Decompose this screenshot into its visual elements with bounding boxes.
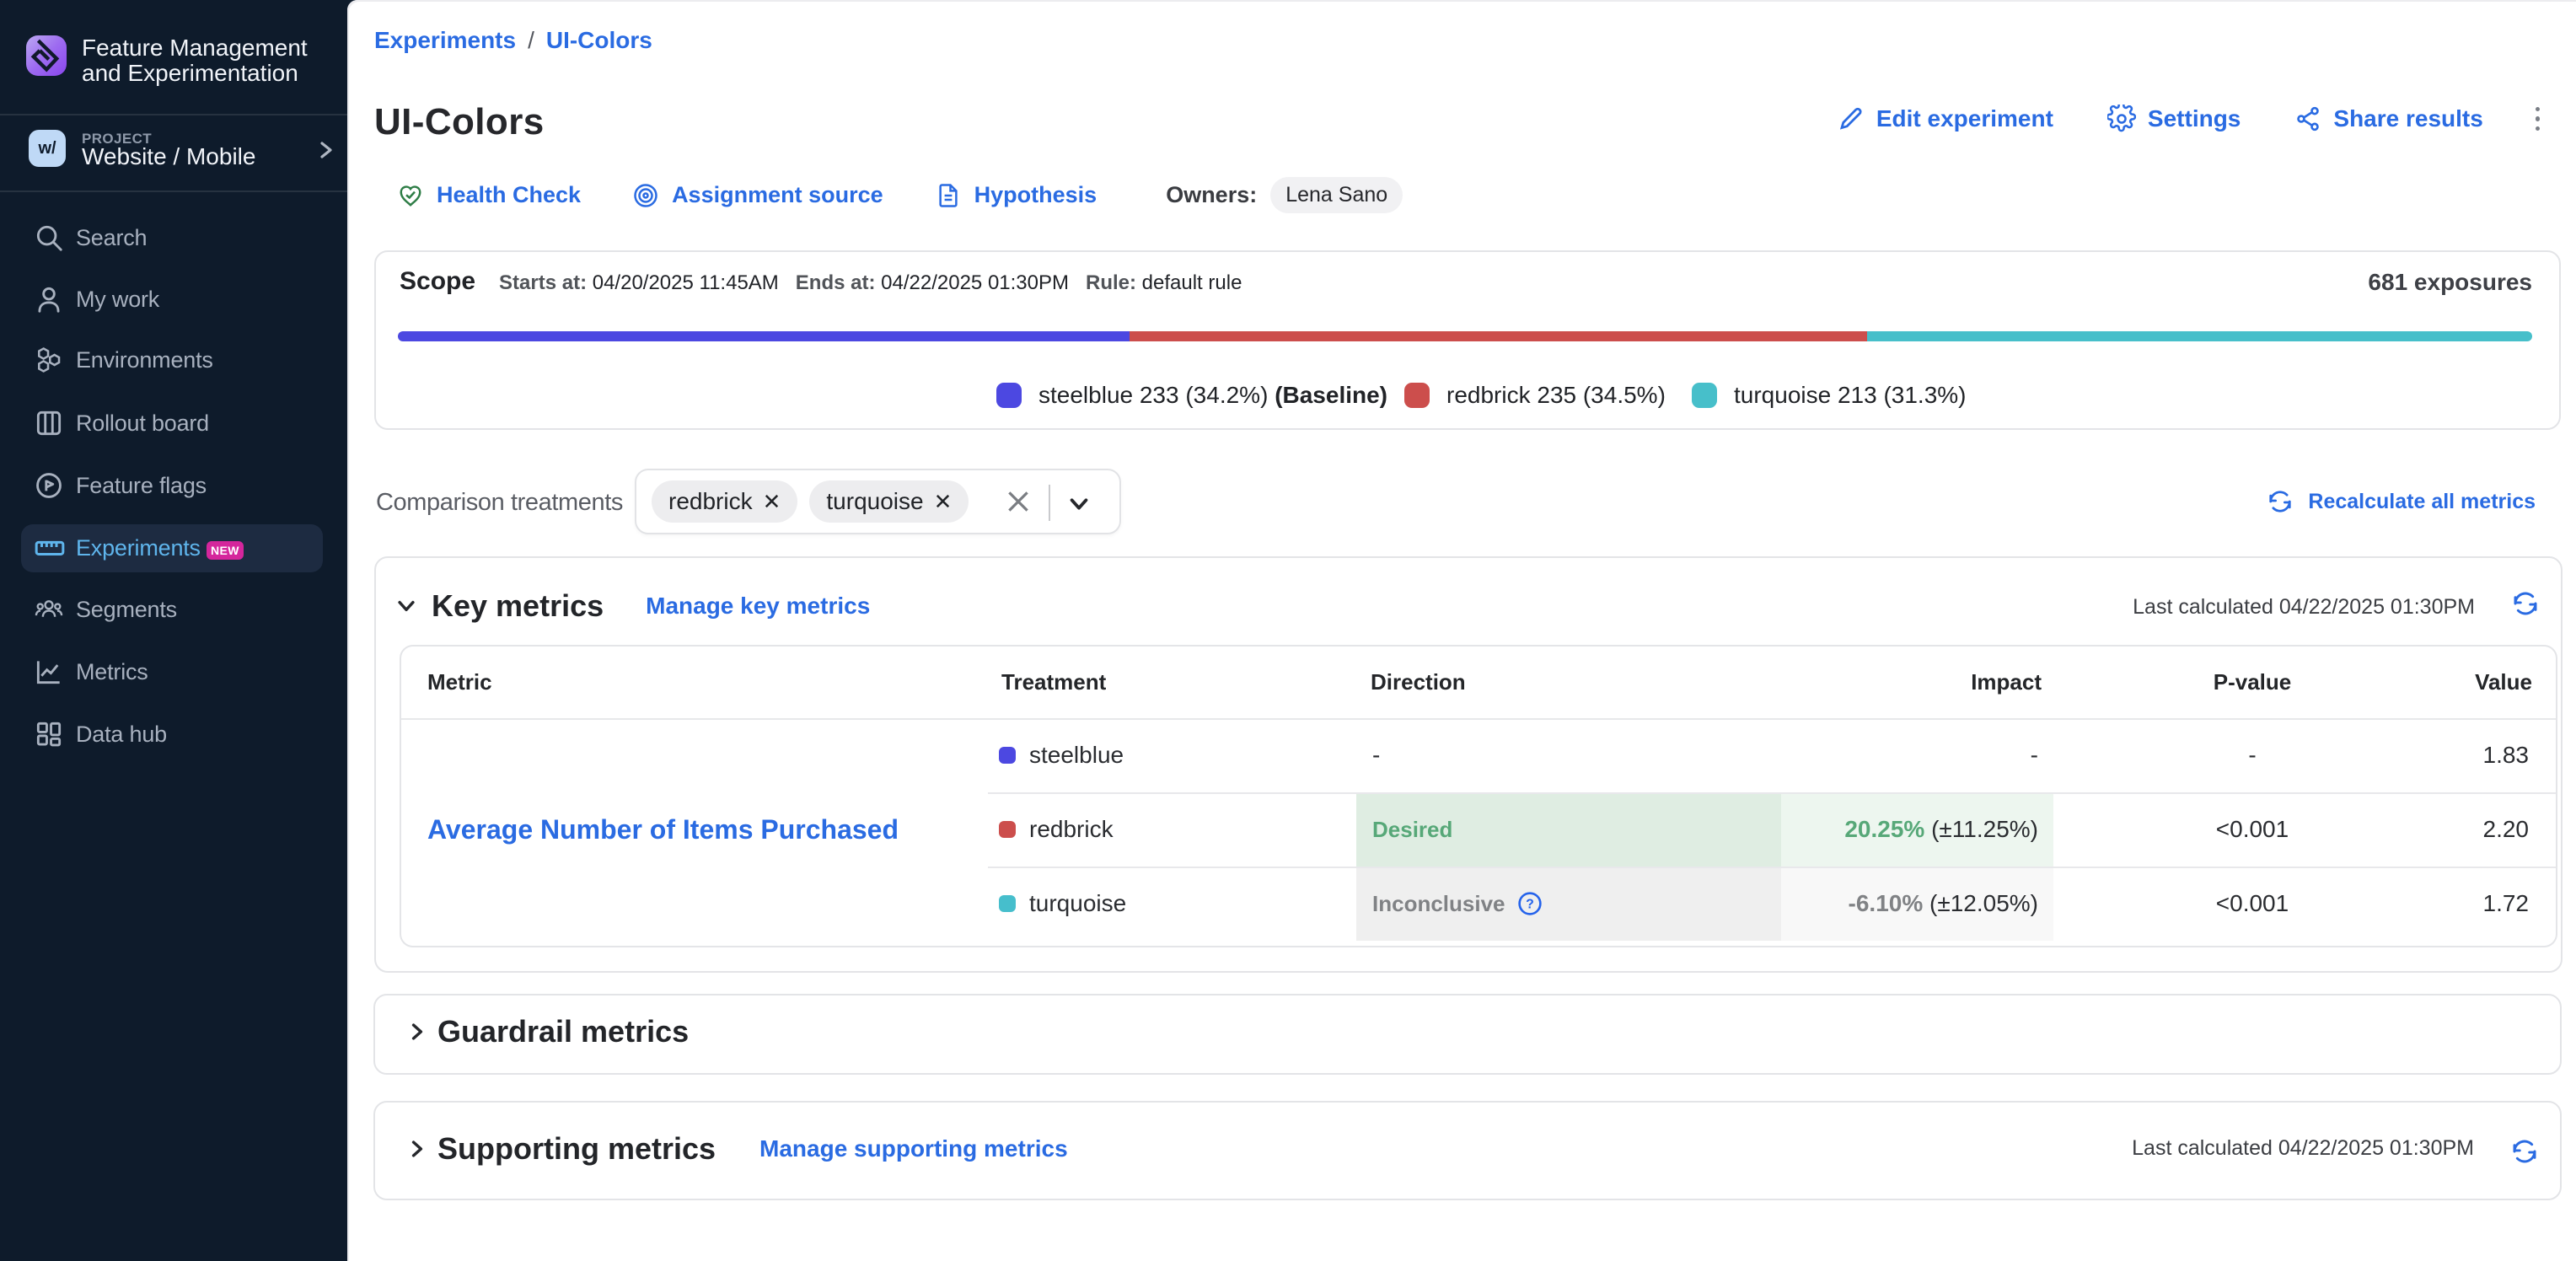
svg-text:?: ?: [1526, 898, 1534, 912]
